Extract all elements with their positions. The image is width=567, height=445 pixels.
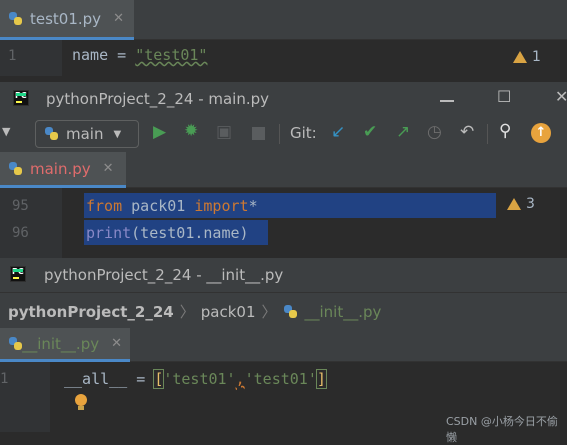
tab-main-py[interactable]: main.py ✕	[0, 152, 126, 188]
assign-operator: =	[108, 46, 136, 64]
warning-indicator[interactable]: 3	[507, 196, 535, 212]
window-title: pythonProject_2_24 - main.py	[46, 90, 270, 108]
debug-icon[interactable]: ✹	[184, 121, 198, 141]
module-name: pack01	[122, 197, 195, 215]
coverage-icon[interactable]: ▣	[216, 122, 232, 142]
python-file-icon	[8, 161, 24, 177]
comma: ,	[235, 370, 245, 388]
editor-tab-bar-init: __init__.py ✕	[0, 328, 567, 362]
run-icon[interactable]: ▶	[153, 122, 166, 142]
warning-count: 3	[526, 196, 535, 212]
python-file-icon	[283, 304, 299, 320]
main-toolbar: ▼ main ▼ ▶ ✹ ▣ Git: ↙ ✔ ↗ ◷ ↶ ⚲ ↑	[0, 116, 567, 152]
bracket-close: ]	[315, 369, 327, 389]
python-icon	[44, 126, 60, 142]
git-push-icon[interactable]: ↗	[396, 122, 410, 142]
code-line[interactable]: name = "test01"	[72, 46, 207, 64]
dunder-all: __all__	[64, 370, 128, 388]
string-literal: 'test01'	[163, 370, 236, 388]
lightbulb-icon[interactable]	[75, 394, 87, 406]
breadcrumb-separator-icon: 〉	[179, 303, 195, 321]
python-file-icon	[8, 336, 22, 352]
close-tab-icon[interactable]: ✕	[113, 11, 124, 26]
editor-area-init: 1 __all__ = ['test01','test01'] CSDN @小杨…	[0, 362, 567, 444]
close-tab-icon[interactable]: ✕	[103, 161, 114, 176]
code-line-print[interactable]: print(test01.name)	[86, 224, 249, 242]
editor-area-main: 95 96 from pack01 import* print(test01.n…	[0, 188, 567, 258]
builtin-print: print	[86, 224, 132, 242]
editor-area-test01: 1 name = "test01" 1	[0, 40, 567, 76]
close-window-button[interactable]: ✕	[555, 87, 567, 106]
chevron-down-icon: ▼	[113, 128, 122, 140]
string-literal: 'test01'	[244, 370, 317, 388]
tab-label: main.py	[30, 159, 91, 178]
code-line-all[interactable]: __all__ = ['test01','test01']	[64, 369, 327, 389]
warning-count: 1	[532, 49, 541, 65]
editor-tab-bar-main: main.py ✕	[0, 152, 567, 188]
python-file-icon	[8, 11, 24, 27]
update-icon[interactable]: ↑	[531, 123, 551, 143]
toolbar-separator	[487, 124, 488, 144]
warning-icon	[513, 51, 527, 63]
line-number: 1	[8, 48, 17, 64]
git-update-icon[interactable]: ↙	[331, 122, 345, 142]
breadcrumb-package[interactable]: pack01	[201, 303, 256, 321]
import-star: *	[248, 197, 258, 215]
pycharm-logo-icon: PC	[13, 90, 29, 106]
stop-icon[interactable]	[252, 127, 265, 140]
toolbar-separator	[279, 124, 280, 144]
lightbulb-base	[78, 406, 84, 410]
window-title: pythonProject_2_24 - __init__.py	[44, 266, 284, 284]
maximize-button[interactable]: ☐	[497, 87, 511, 106]
line-number: 95	[12, 198, 29, 214]
code-line-import[interactable]: from pack01 import*	[86, 197, 258, 215]
run-config-label: main	[66, 125, 104, 143]
search-icon[interactable]: ⚲	[499, 121, 511, 141]
minimize-button[interactable]	[440, 100, 454, 102]
keyword-import: import	[194, 197, 249, 215]
run-config-selector[interactable]: main ▼	[35, 120, 139, 148]
breadcrumb-file[interactable]: __init__.py	[305, 303, 382, 321]
watermark-text: CSDN @小杨今日不偷懒	[446, 415, 558, 444]
dropdown-arrow-icon[interactable]: ▼	[2, 125, 10, 138]
assign-operator: =	[127, 370, 155, 388]
tab-init-py[interactable]: __init__.py ✕	[0, 328, 130, 362]
string-literal: "test01"	[135, 46, 208, 64]
bracket-open: [	[153, 369, 165, 389]
editor-tab-bar-test01: test01.py ✕	[0, 0, 567, 40]
window-titlebar-init: PC pythonProject_2_24 - __init__.py	[0, 258, 567, 292]
git-commit-icon[interactable]: ✔	[363, 122, 377, 142]
git-history-icon[interactable]: ◷	[427, 122, 442, 142]
breadcrumb: pythonProject_2_24 〉 pack01 〉 __init__.p…	[0, 292, 567, 328]
variable-name: name	[72, 46, 109, 64]
breadcrumb-separator-icon: 〉	[261, 303, 277, 321]
line-number: 1	[0, 371, 9, 387]
tab-label: __init__.py	[22, 334, 100, 353]
git-label: Git:	[290, 124, 317, 142]
keyword-from: from	[86, 197, 123, 215]
tab-label: test01.py	[30, 9, 102, 28]
warning-indicator[interactable]: 1	[513, 49, 541, 65]
pycharm-logo-icon: PC	[10, 266, 26, 282]
line-number: 96	[12, 225, 29, 241]
close-tab-icon[interactable]: ✕	[111, 336, 122, 351]
tab-test01-py[interactable]: test01.py ✕	[0, 0, 134, 40]
window-titlebar-main: PC pythonProject_2_24 - main.py ☐ ✕	[0, 82, 567, 116]
warning-icon	[507, 198, 521, 210]
rollback-icon[interactable]: ↶	[460, 122, 474, 142]
breadcrumb-project[interactable]: pythonProject_2_24	[8, 303, 174, 321]
print-args: (test01.name)	[131, 224, 249, 242]
